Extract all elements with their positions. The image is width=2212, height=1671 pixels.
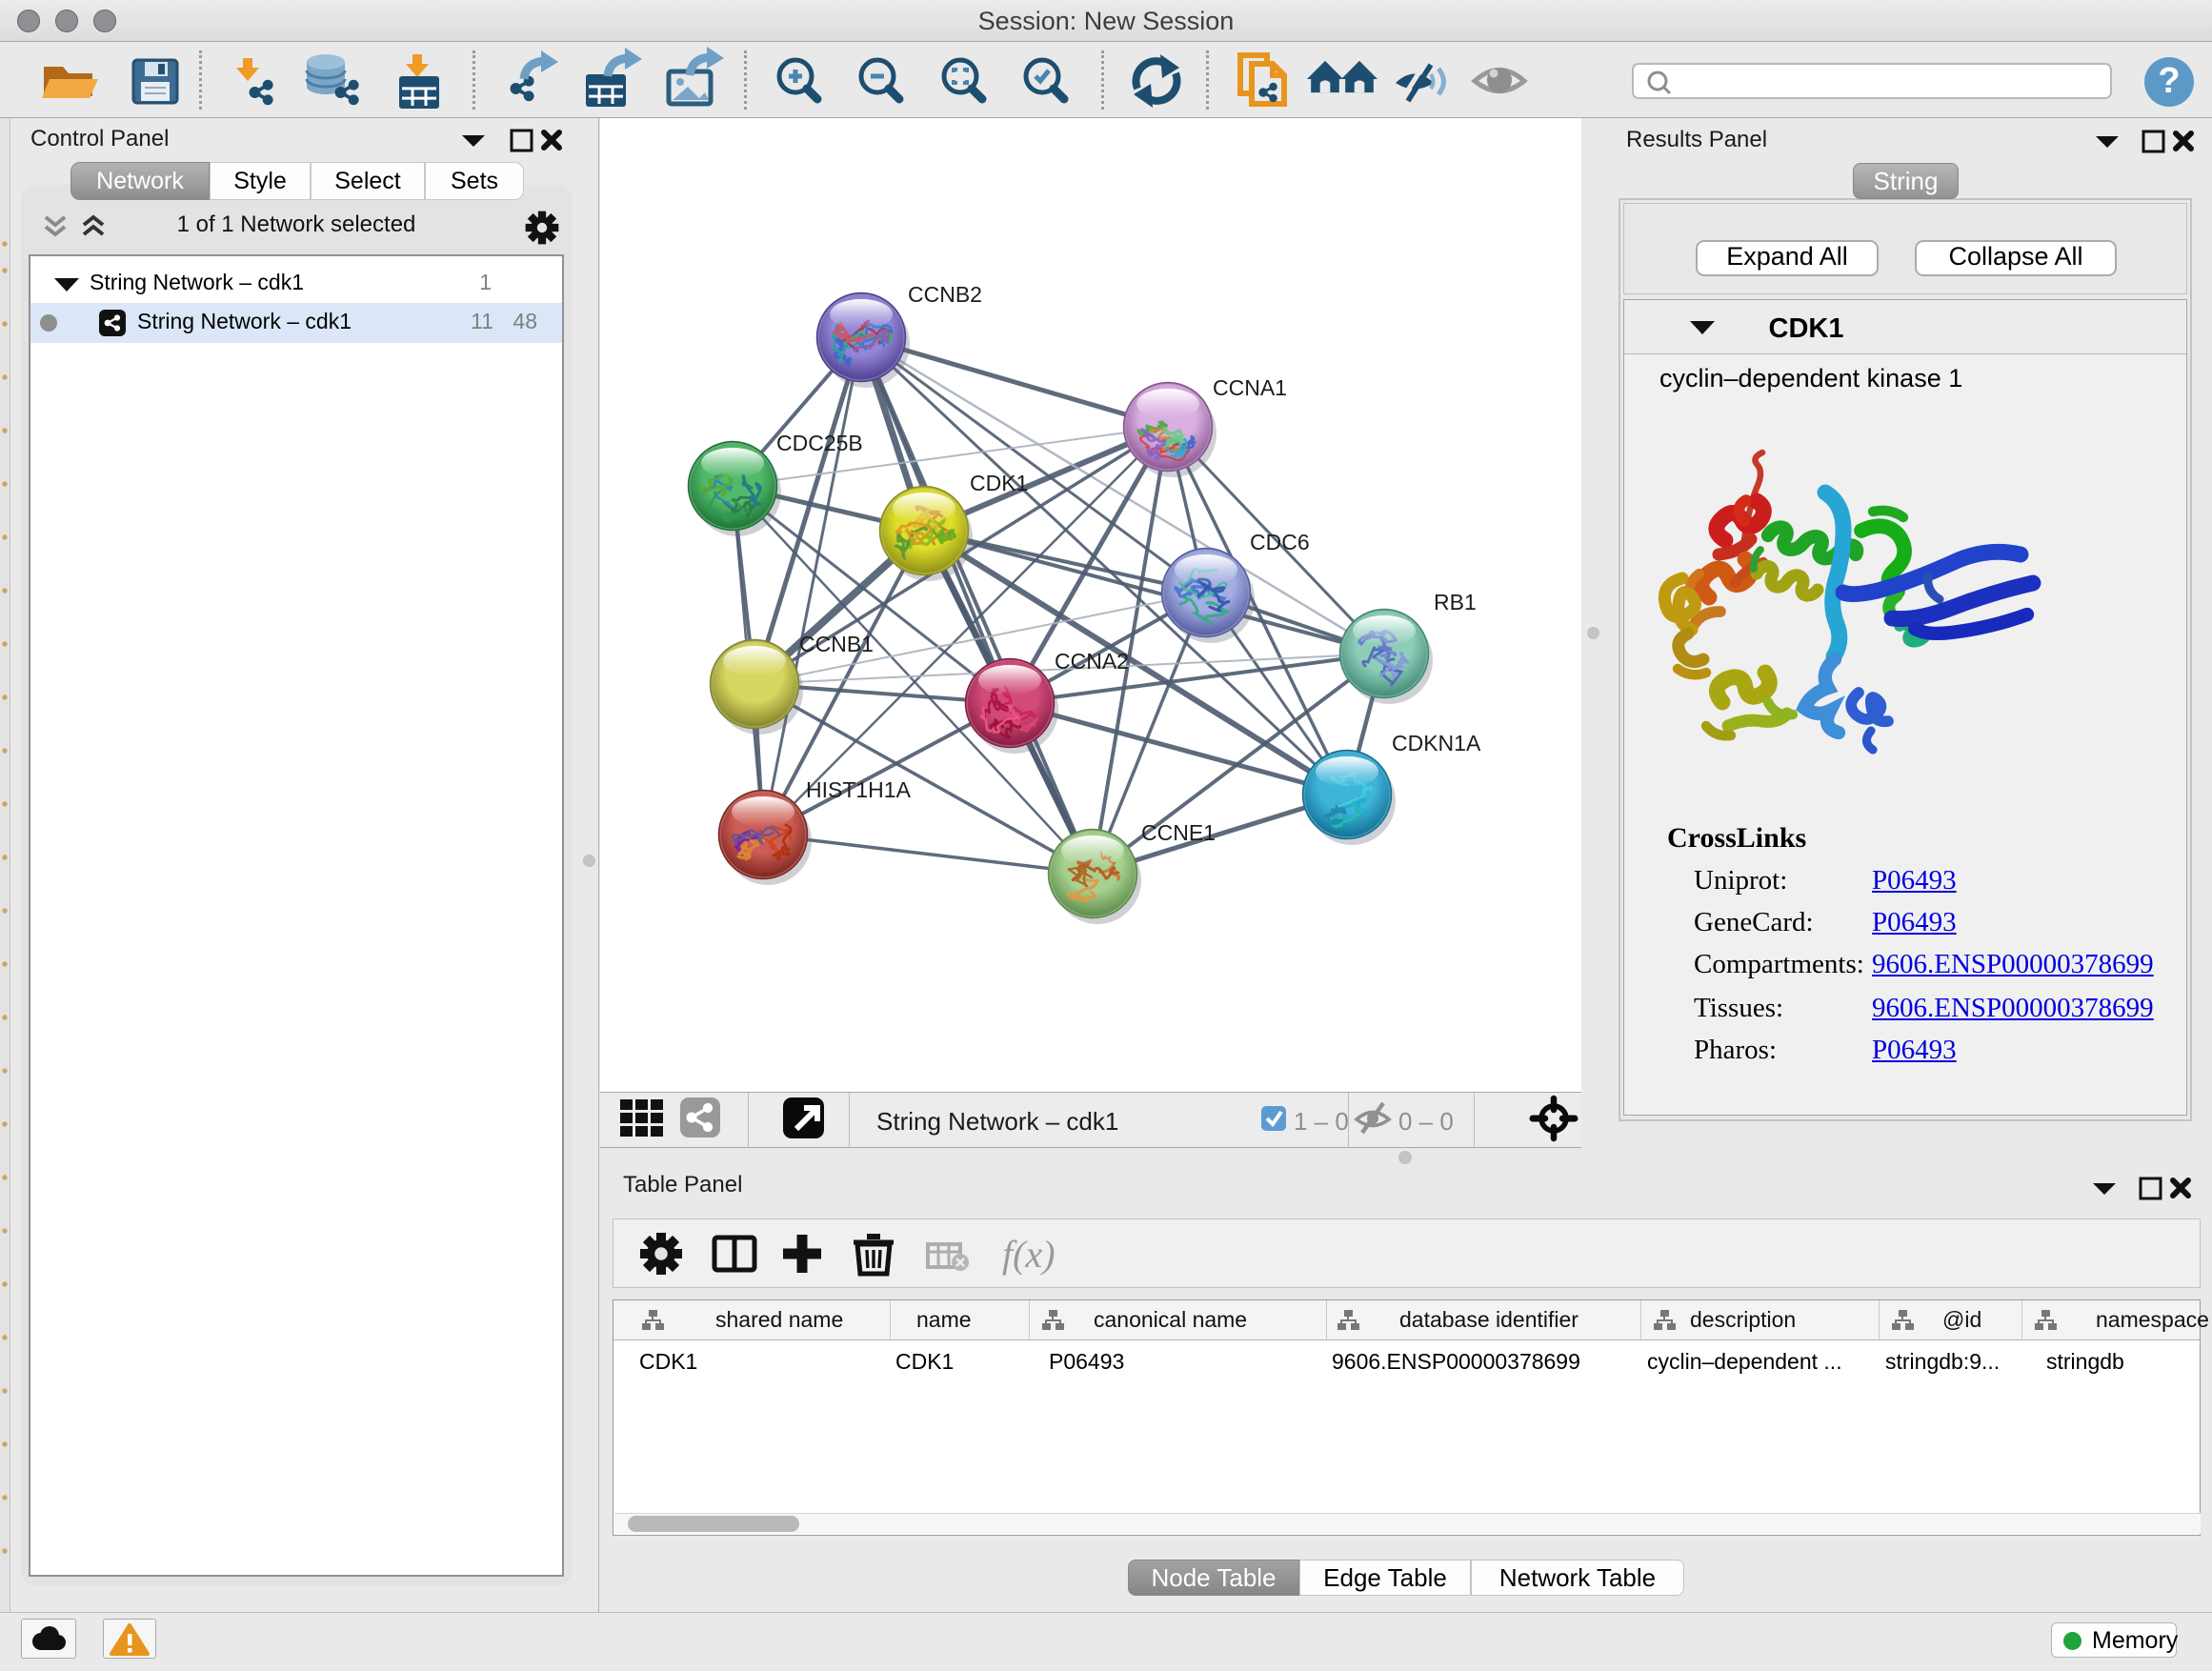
svg-text:CDK1: CDK1 — [970, 471, 1028, 495]
svg-text:CDKN1A: CDKN1A — [1392, 731, 1481, 755]
svg-text:HIST1H1A: HIST1H1A — [806, 777, 912, 802]
svg-text:CCNA2: CCNA2 — [1055, 649, 1129, 674]
svg-text:CDC25B: CDC25B — [776, 431, 863, 455]
svg-text:f(x): f(x) — [1002, 1233, 1056, 1276]
svg-text:CCNB1: CCNB1 — [799, 632, 874, 656]
svg-text:CDC6: CDC6 — [1250, 530, 1310, 554]
svg-text:CCNB2: CCNB2 — [908, 282, 982, 307]
svg-text:CCNE1: CCNE1 — [1141, 820, 1216, 845]
svg-text:CCNA1: CCNA1 — [1213, 375, 1287, 400]
svg-text:RB1: RB1 — [1434, 590, 1477, 614]
